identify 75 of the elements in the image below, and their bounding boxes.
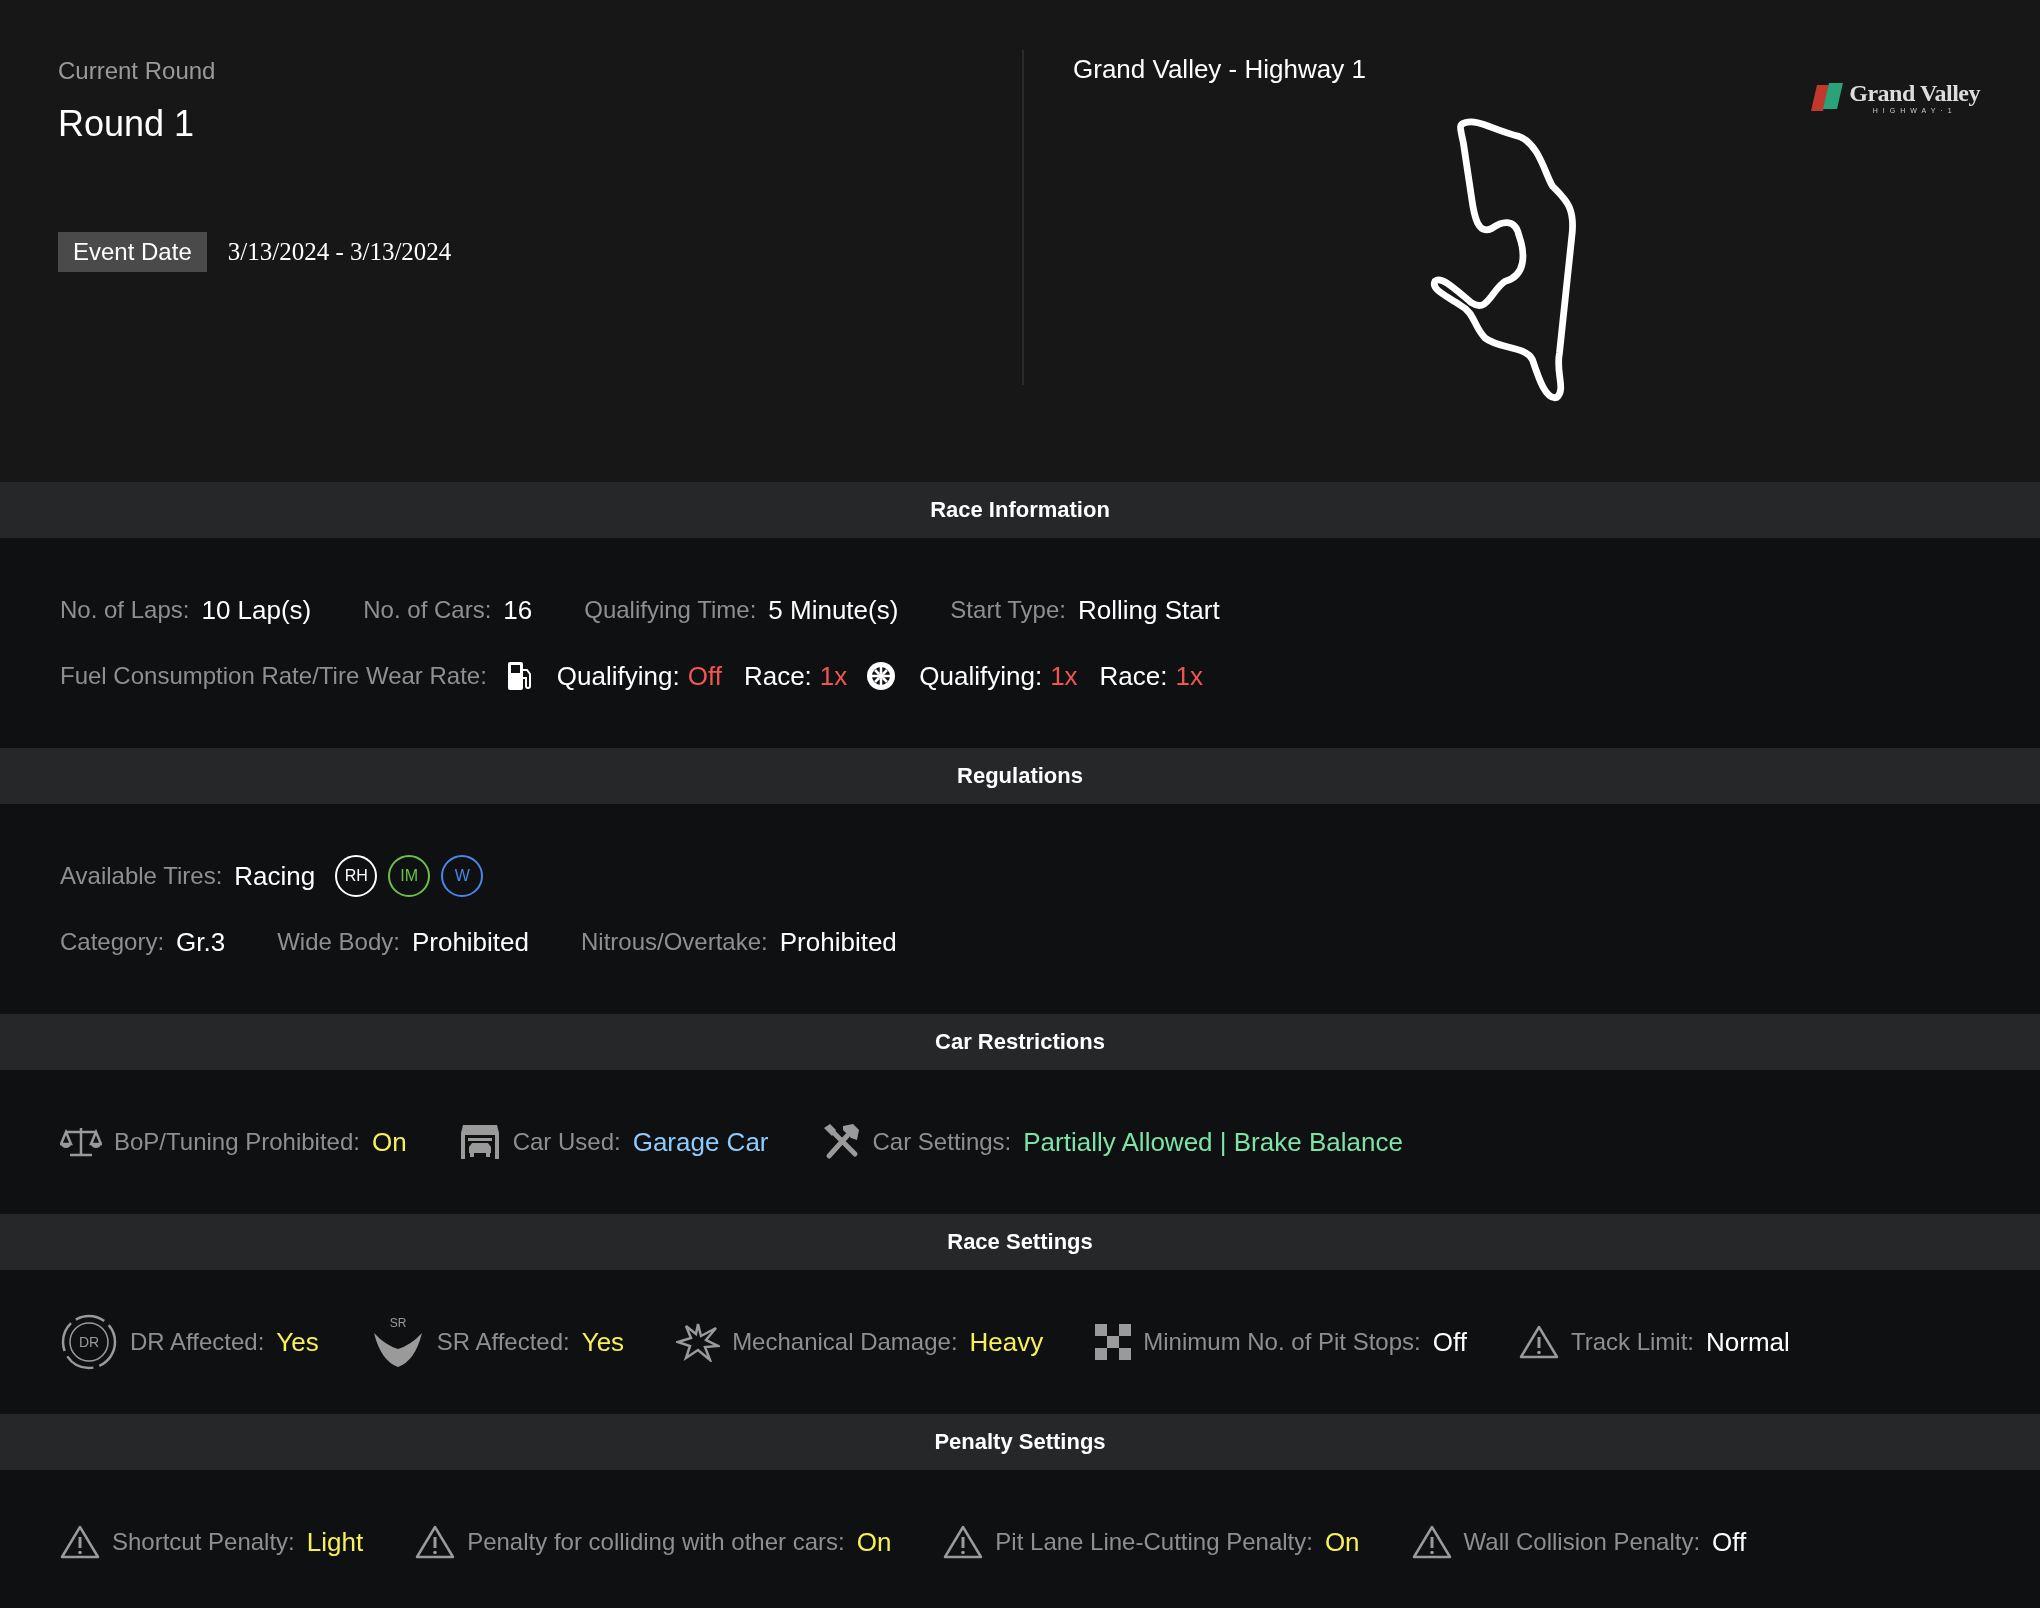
- rate-label: Qualifying:: [919, 660, 1043, 692]
- setting-label: Pit Lane Line-Cutting Penalty:: [995, 1528, 1313, 1556]
- setting-value: Garage Car: [632, 1126, 769, 1158]
- setting-label: Minimum No. of Pit Stops:: [1143, 1328, 1421, 1356]
- setting-label: Car Used:: [512, 1128, 621, 1156]
- setting-value: On: [856, 1526, 892, 1558]
- setting-value: Prohibited: [779, 926, 897, 958]
- section-title: Penalty Settings: [934, 1429, 1106, 1455]
- setting-label: DR Affected:: [130, 1328, 265, 1356]
- rate-label: Race:: [743, 660, 812, 692]
- scales-icon: [60, 1125, 102, 1159]
- setting-value: Yes: [276, 1326, 319, 1358]
- logo-title: Grand Valley: [1849, 80, 1980, 107]
- burst-icon: [676, 1322, 721, 1362]
- checkered-flag-icon: [1095, 1324, 1132, 1360]
- setting-value: Racing: [234, 860, 316, 892]
- setting-value: Off: [1432, 1326, 1467, 1358]
- setting-label: Fuel Consumption Rate/Tire Wear Rate:: [60, 662, 487, 690]
- setting-value: Heavy: [969, 1326, 1044, 1358]
- rate-label: Race:: [1099, 660, 1168, 692]
- setting-value: 10 Lap(s): [201, 594, 312, 626]
- setting-value: On: [371, 1126, 407, 1158]
- warning-icon: [1518, 1324, 1559, 1360]
- section-title: Race Settings: [947, 1229, 1093, 1255]
- rate-value: 1x: [1050, 660, 1078, 692]
- setting-label: Mechanical Damage:: [732, 1328, 958, 1356]
- setting-value: Gr.3: [176, 926, 226, 958]
- warning-icon: [415, 1524, 456, 1560]
- setting-value: Off: [1712, 1526, 1747, 1558]
- warning-icon: [1411, 1524, 1452, 1560]
- tire-icon: [865, 660, 898, 692]
- section-title: Race Information: [930, 497, 1110, 523]
- setting-value: Normal: [1706, 1326, 1790, 1358]
- setting-value: 5 Minute(s): [768, 594, 899, 626]
- dr-badge-icon: DR: [60, 1313, 118, 1371]
- setting-label: Start Type:: [950, 596, 1066, 624]
- logo-icon: [1809, 81, 1844, 113]
- setting-label: BoP/Tuning Prohibited:: [114, 1128, 360, 1156]
- garage-car-icon: [458, 1123, 501, 1161]
- setting-value: Prohibited: [411, 926, 529, 958]
- tire-compound-badge: RH: [335, 855, 378, 897]
- setting-value: 16: [503, 594, 533, 626]
- setting-label: Wide Body:: [277, 928, 400, 956]
- rate-value: 1x: [1175, 660, 1203, 692]
- event-date-label: Event Date: [58, 232, 207, 272]
- setting-label: No. of Laps:: [60, 596, 190, 624]
- section-title: Regulations: [957, 763, 1083, 789]
- rate-value: 1x: [819, 660, 848, 692]
- setting-value: Light: [306, 1526, 364, 1558]
- track-name: Grand Valley - Highway 1: [1073, 54, 1366, 85]
- round-title: Round 1: [58, 103, 196, 145]
- setting-label: Penalty for colliding with other cars:: [467, 1528, 845, 1556]
- setting-label: Category:: [60, 928, 165, 956]
- setting-value: Yes: [581, 1326, 625, 1358]
- setting-label: Available Tires:: [60, 862, 223, 890]
- rate-label: Qualifying:: [556, 660, 680, 692]
- setting-label: Track Limit:: [1570, 1328, 1695, 1356]
- setting-label: Shortcut Penalty:: [112, 1528, 295, 1556]
- setting-value: Partially Allowed | Brake Balance: [1023, 1126, 1403, 1158]
- warning-icon: [60, 1524, 100, 1560]
- setting-label: Car Settings:: [872, 1128, 1012, 1156]
- event-date: 3/13/2024 - 3/13/2024: [227, 238, 452, 266]
- setting-label: Wall Collision Penalty:: [1463, 1528, 1701, 1556]
- setting-label: SR Affected:: [436, 1328, 570, 1356]
- tire-compound-badge: IM: [388, 855, 431, 897]
- tire-compound-badge: W: [441, 855, 484, 897]
- setting-label: Qualifying Time:: [584, 596, 757, 624]
- rate-value: Off: [687, 660, 722, 692]
- setting-value: On: [1324, 1526, 1360, 1558]
- setting-value: Rolling Start: [1078, 594, 1220, 626]
- warning-icon: [943, 1524, 984, 1560]
- current-round-label: Current Round: [58, 57, 217, 85]
- section-title: Car Restrictions: [935, 1029, 1105, 1055]
- setting-label: No. of Cars:: [363, 596, 492, 624]
- setting-label: Nitrous/Overtake:: [581, 928, 768, 956]
